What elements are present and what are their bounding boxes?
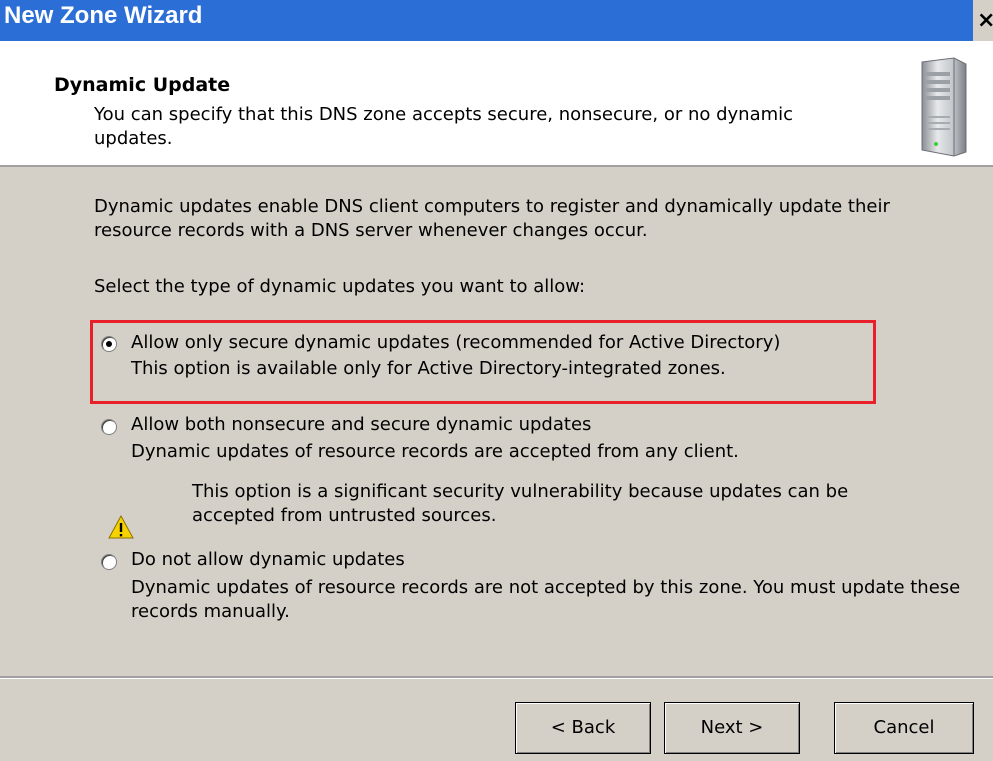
server-icon: [921, 57, 967, 157]
option-nonsecure-warning: This option is a significant security vu…: [192, 481, 849, 526]
cancel-button[interactable]: Cancel: [834, 702, 974, 754]
prompt-text: Select the type of dynamic updates you w…: [94, 276, 586, 297]
page-title: Dynamic Update: [54, 74, 231, 96]
option-no-updates-description: Dynamic updates of resource records are …: [131, 577, 961, 622]
radio-no-updates[interactable]: [101, 554, 117, 570]
warning-icon: [108, 515, 134, 539]
option-no-updates-label[interactable]: Do not allow dynamic updates: [131, 548, 405, 572]
footer-divider: [0, 676, 993, 679]
option-secure-only-label[interactable]: Allow only secure dynamic updates (recom…: [131, 331, 780, 355]
next-button[interactable]: Next >: [664, 702, 800, 754]
intro-text: Dynamic updates enable DNS client comput…: [94, 196, 890, 241]
option-nonsecure-description: Dynamic updates of resource records are …: [131, 441, 739, 462]
radio-nonsecure-and-secure[interactable]: [101, 419, 117, 435]
close-button[interactable]: ×: [973, 0, 993, 41]
option-secure-only-description: This option is available only for Active…: [131, 358, 726, 379]
window-title: New Zone Wizard: [4, 2, 203, 29]
wizard-header: Dynamic Update You can specify that this…: [0, 41, 993, 167]
page-subtitle: You can specify that this DNS zone accep…: [94, 104, 794, 149]
back-button[interactable]: < Back: [515, 702, 651, 754]
title-bar: New Zone Wizard ×: [0, 0, 993, 41]
radio-secure-only[interactable]: [101, 336, 117, 352]
option-nonsecure-label[interactable]: Allow both nonsecure and secure dynamic …: [131, 413, 591, 437]
